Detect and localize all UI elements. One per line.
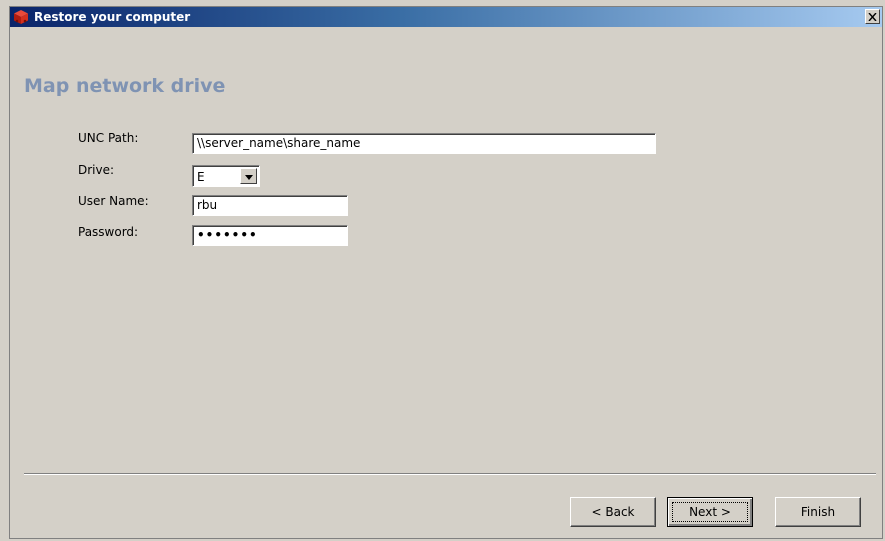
next-button[interactable]: Next > [667,497,753,527]
password-label: Password: [78,225,139,239]
finish-button[interactable]: Finish [775,497,861,527]
drive-value: E [197,170,205,184]
page-title: Map network drive [24,75,226,97]
unc-path-value: \\server_name\share_name [197,136,361,150]
back-button[interactable]: < Back [570,497,656,527]
close-icon [868,7,877,27]
next-button-label: Next > [689,505,731,519]
restore-wizard-window: Restore your computer Map network drive … [9,6,883,539]
drive-select[interactable]: E [192,165,260,187]
window-title: Restore your computer [34,10,191,24]
user-name-input[interactable]: rbu [192,195,348,216]
user-name-label: User Name: [78,194,149,208]
close-button[interactable] [865,9,880,24]
unc-path-input[interactable]: \\server_name\share_name [192,133,656,154]
drive-label: Drive: [78,163,115,177]
chevron-down-icon [244,169,253,183]
footer-separator [24,473,876,475]
password-value: ••••••• [197,228,258,242]
password-input[interactable]: ••••••• [192,225,348,246]
unc-path-label: UNC Path: [78,131,139,145]
drive-dropdown-button[interactable] [240,168,257,184]
user-name-value: rbu [197,198,218,212]
app-cube-icon [13,9,29,25]
title-bar[interactable]: Restore your computer [10,7,882,27]
